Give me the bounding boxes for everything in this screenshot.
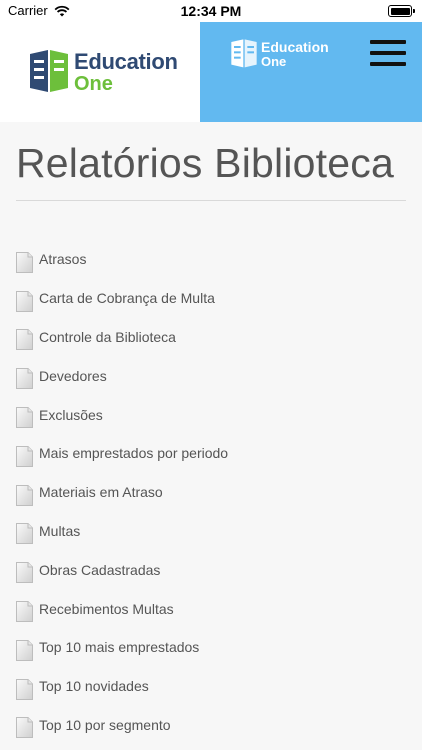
report-item[interactable]: Devedores <box>16 356 406 395</box>
report-link[interactable]: Top 10 por segmento <box>39 717 171 733</box>
report-item[interactable]: Carta de Cobrança de Multa <box>16 279 406 318</box>
report-item[interactable]: Obras Cadastradas <box>16 550 406 589</box>
logo-small-line1: Education <box>261 39 329 55</box>
header-logo-area: Education One <box>0 22 200 122</box>
document-icon <box>16 523 33 545</box>
report-link[interactable]: Mais emprestados por periodo <box>39 445 228 461</box>
document-icon <box>16 639 33 661</box>
document-icon <box>16 329 33 351</box>
logo-small-line2: One <box>261 54 287 69</box>
document-icon <box>16 562 33 584</box>
report-link[interactable]: Atrasos <box>39 251 86 267</box>
education-one-logo-small: Education One <box>230 38 329 70</box>
report-item[interactable]: Materiais em Atraso <box>16 473 406 512</box>
report-item[interactable]: Multas <box>16 512 406 551</box>
hamburger-menu-icon[interactable] <box>370 40 406 68</box>
report-item[interactable]: Controle da Biblioteca <box>16 318 406 357</box>
report-link[interactable]: Materiais em Atraso <box>39 484 163 500</box>
document-icon <box>16 601 33 623</box>
document-icon <box>16 717 33 739</box>
status-bar: Carrier 12:34 PM <box>0 0 422 22</box>
battery-icon <box>388 5 415 17</box>
document-icon <box>16 368 33 390</box>
report-link[interactable]: Carta de Cobrança de Multa <box>39 290 215 306</box>
report-item[interactable]: Exclusões <box>16 395 406 434</box>
logo-book-icon <box>30 50 68 92</box>
report-link[interactable]: Obras Cadastradas <box>39 562 160 578</box>
logo-line1: Education <box>74 48 178 74</box>
document-icon <box>16 445 33 467</box>
document-icon <box>16 678 33 700</box>
report-link[interactable]: Devedores <box>39 368 107 384</box>
report-link[interactable]: Top 10 mais emprestados <box>39 639 199 655</box>
page-title: Relatórios Biblioteca <box>16 140 394 186</box>
logo-small-text: Education One <box>261 40 329 68</box>
report-item[interactable]: Top 10 mais emprestados <box>16 628 406 667</box>
title-divider <box>16 200 406 201</box>
report-item[interactable]: Atrasos <box>16 240 406 279</box>
document-icon <box>16 407 33 429</box>
education-one-logo[interactable]: Education One <box>28 48 178 96</box>
app-header: Education One Education One <box>0 22 422 122</box>
logo-book-icon-small <box>231 39 257 68</box>
report-link[interactable]: Controle da Biblioteca <box>39 329 176 345</box>
report-link[interactable]: Multas <box>39 523 80 539</box>
document-icon <box>16 484 33 506</box>
report-item[interactable]: Top 10 novidades <box>16 667 406 706</box>
report-link[interactable]: Recebimentos Multas <box>39 601 174 617</box>
report-item[interactable]: Recebimentos Multas <box>16 589 406 628</box>
document-icon <box>16 251 33 273</box>
report-list: Atrasos Carta de Cobrança de Multa Control… <box>16 240 406 744</box>
header-menu-area: Education One <box>200 22 422 122</box>
report-link[interactable]: Exclusões <box>39 407 103 423</box>
status-time: 12:34 PM <box>180 3 242 19</box>
logo-line2: One <box>74 72 113 95</box>
report-link[interactable]: Top 10 novidades <box>39 678 149 694</box>
document-icon <box>16 290 33 312</box>
report-item[interactable]: Mais emprestados por periodo <box>16 434 406 473</box>
report-item[interactable]: Top 10 por segmento <box>16 706 406 745</box>
logo-text: Education One <box>74 48 178 95</box>
